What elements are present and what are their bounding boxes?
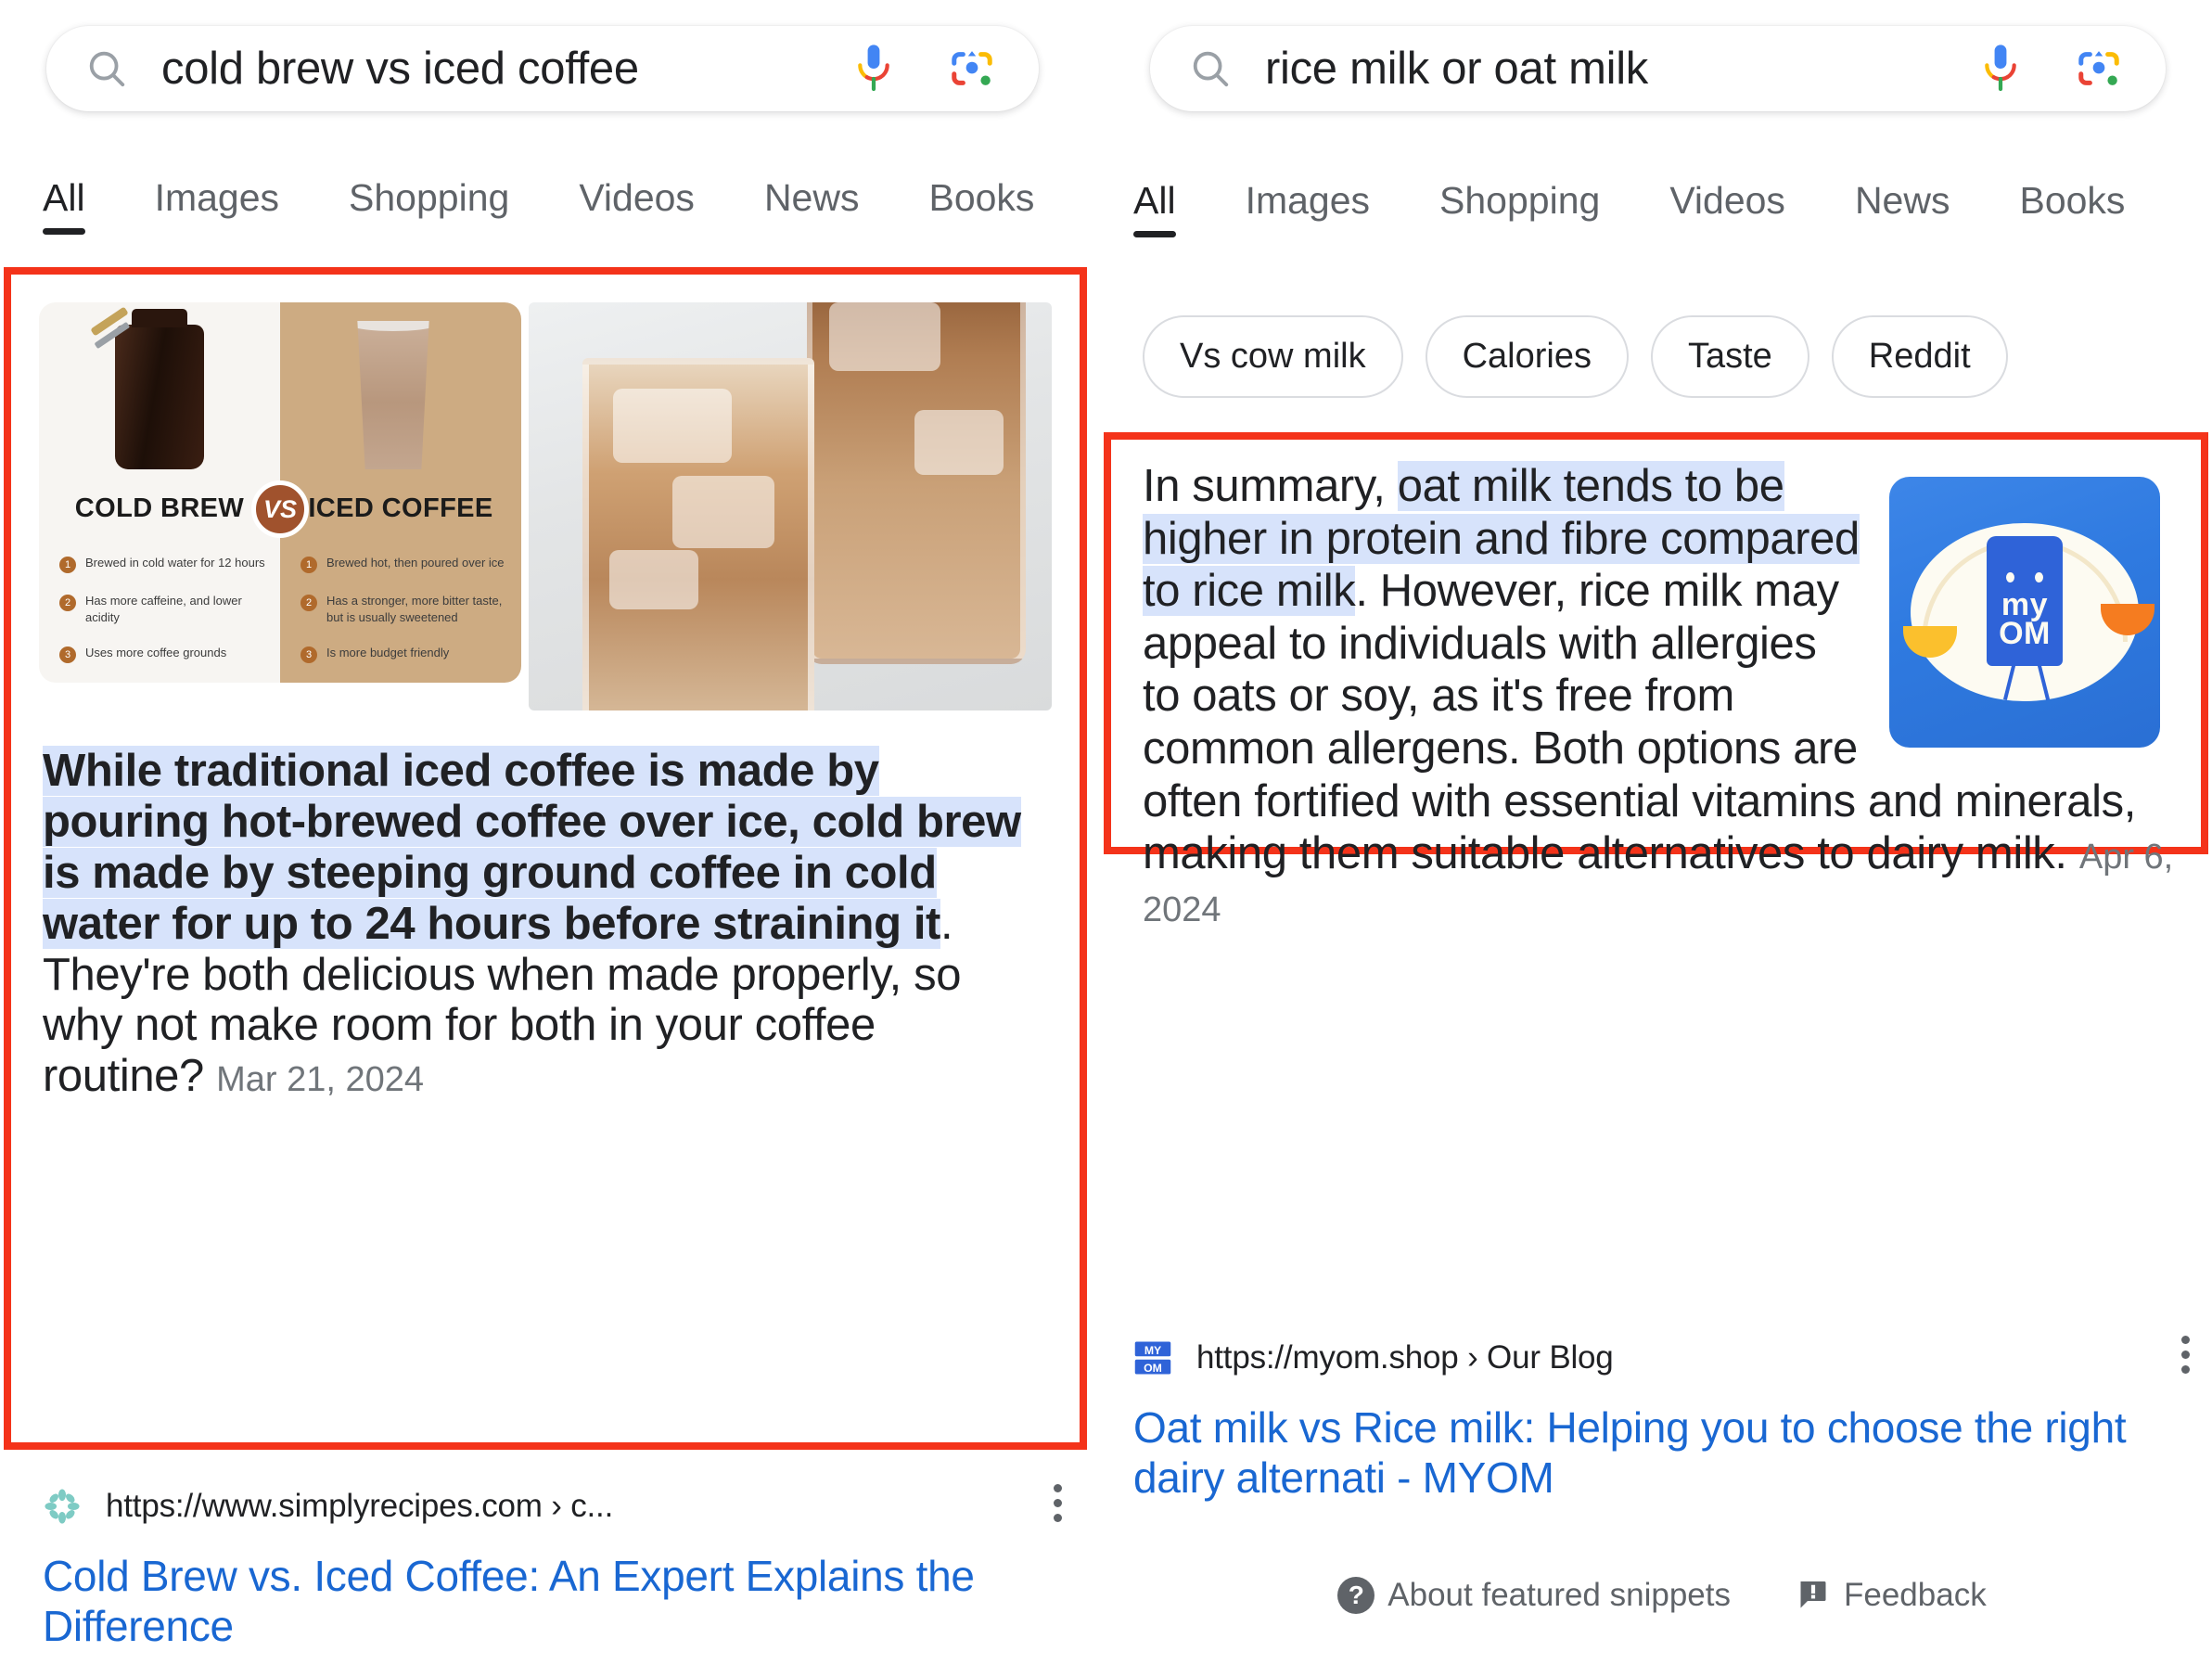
iced-coffee-glass-back xyxy=(807,302,1026,664)
bullet-number-icon: 1 xyxy=(59,557,76,573)
tab-videos[interactable]: Videos xyxy=(579,176,695,235)
tab-images[interactable]: Images xyxy=(155,176,279,235)
list-item: 1 Brewed in cold water for 12 hours xyxy=(59,555,267,573)
result-title-right[interactable]: Oat milk vs Rice milk: Helping you to ch… xyxy=(1133,1402,2200,1504)
about-featured-snippets-link[interactable]: ? About featured snippets xyxy=(1337,1577,1731,1614)
google-lens-icon[interactable] xyxy=(2075,45,2123,92)
about-featured-snippets-label: About featured snippets xyxy=(1387,1577,1731,1613)
vs-badge: VS xyxy=(251,480,309,538)
bullet-number-icon: 1 xyxy=(300,557,317,573)
microphone-icon[interactable] xyxy=(1980,43,2021,95)
myom-logo-thumbnail[interactable]: my OM xyxy=(1889,477,2160,748)
more-options-icon-left[interactable] xyxy=(1054,1484,1063,1529)
bullet-text: Brewed in cold water for 12 hours xyxy=(85,556,265,570)
tab-images[interactable]: Images xyxy=(1246,179,1370,237)
featured-snippet-media-left: COLD BREW ICED COFFEE VS 1 Brewed in col… xyxy=(39,302,1052,710)
list-item: 2 Has a stronger, more bitter taste, but… xyxy=(300,593,508,625)
tab-books[interactable]: Books xyxy=(928,176,1034,235)
bullet-number-icon: 3 xyxy=(59,646,76,664)
feedback-label: Feedback xyxy=(1844,1577,1987,1613)
tab-shopping[interactable]: Shopping xyxy=(349,176,509,235)
screenshot-root: cold brew vs iced coffee All Images Shop… xyxy=(0,0,2212,1677)
result-title-left[interactable]: Cold Brew vs. Iced Coffee: An Expert Exp… xyxy=(43,1551,1072,1652)
cold-brew-jar-image xyxy=(115,309,204,469)
result-url-left[interactable]: https://www.simplyrecipes.com › c... xyxy=(106,1488,613,1525)
svg-text:MY: MY xyxy=(1144,1344,1161,1357)
iced-coffee-glass-front xyxy=(582,358,814,710)
result-source-row-right[interactable]: MY OM https://myom.shop › Our Blog xyxy=(1133,1336,2191,1380)
left-search-result-panel: cold brew vs iced coffee All Images Shop… xyxy=(0,0,1096,1677)
result-source-row-left[interactable]: https://www.simplyrecipes.com › c... xyxy=(43,1484,1063,1529)
google-lens-icon[interactable] xyxy=(948,45,996,92)
related-filter-chips: Vs cow milk Calories Taste Reddit xyxy=(1143,315,2008,398)
infographic-title-iced-coffee: ICED COFFEE xyxy=(308,493,493,523)
bullet-text: Has more caffeine, and lower acidity xyxy=(85,594,242,624)
tab-all[interactable]: All xyxy=(1133,179,1176,237)
feedback-flag-icon xyxy=(1800,1581,1826,1608)
bullet-number-icon: 3 xyxy=(300,646,317,664)
infographic-bullets-iced-coffee: 1 Brewed hot, then poured over ice 2 Has… xyxy=(280,551,521,683)
bullet-number-icon: 2 xyxy=(300,595,317,611)
result-url-right[interactable]: https://myom.shop › Our Blog xyxy=(1196,1339,1614,1376)
search-icon xyxy=(89,51,125,87)
tab-all[interactable]: All xyxy=(43,176,85,235)
bullet-text: Is more budget friendly xyxy=(326,646,450,660)
infographic-bullets: 1 Brewed in cold water for 12 hours 2 Ha… xyxy=(39,551,521,683)
tab-news[interactable]: News xyxy=(1855,179,1950,237)
featured-snippet-right: my OM In summary, oat milk tends to be h… xyxy=(1104,432,2208,956)
list-item: 3 Is more budget friendly xyxy=(300,645,508,664)
list-item: 2 Has more caffeine, and lower acidity xyxy=(59,593,267,625)
bullet-text: Brewed hot, then poured over ice xyxy=(326,556,505,570)
tab-videos[interactable]: Videos xyxy=(1669,179,1785,237)
search-bar-right[interactable]: rice milk or oat milk xyxy=(1150,26,2166,111)
tab-books[interactable]: Books xyxy=(2019,179,2125,237)
svg-text:OM: OM xyxy=(1144,1362,1162,1375)
tab-news[interactable]: News xyxy=(764,176,860,235)
chip-taste[interactable]: Taste xyxy=(1650,315,1809,398)
chip-reddit[interactable]: Reddit xyxy=(1831,315,2008,398)
bullet-number-icon: 2 xyxy=(59,595,76,611)
search-input-left[interactable]: cold brew vs iced coffee xyxy=(161,43,853,95)
cold-brew-vs-iced-coffee-infographic[interactable]: COLD BREW ICED COFFEE VS 1 Brewed in col… xyxy=(39,302,521,683)
question-mark-icon: ? xyxy=(1337,1577,1375,1614)
snippet-date-left: Mar 21, 2024 xyxy=(216,1060,425,1100)
microphone-icon[interactable] xyxy=(853,43,894,95)
featured-snippet-text-left: While traditional iced coffee is made by… xyxy=(43,746,1048,1102)
search-icon xyxy=(1193,51,1229,87)
myom-favicon: MY OM xyxy=(1134,1341,1171,1375)
more-options-icon-right[interactable] xyxy=(2181,1336,2191,1380)
chip-vs-cow-milk[interactable]: Vs cow milk xyxy=(1143,315,1403,398)
search-input-right[interactable]: rice milk or oat milk xyxy=(1265,43,1980,95)
bullet-text: Has a stronger, more bitter taste, but i… xyxy=(326,594,503,624)
bullet-text: Uses more coffee grounds xyxy=(85,646,227,660)
list-item: 1 Brewed hot, then poured over ice xyxy=(300,555,508,573)
tab-shopping[interactable]: Shopping xyxy=(1439,179,1600,237)
featured-snippet-footer: ? About featured snippets Feedback xyxy=(1133,1577,2191,1614)
infographic-title-cold-brew: COLD BREW xyxy=(74,493,245,523)
simplyrecipes-flower-icon xyxy=(45,1489,80,1524)
snippet-lead-right: In summary, xyxy=(1143,461,1398,511)
search-tabs-right: All Images Shopping Videos News Books xyxy=(1133,179,2194,237)
search-tabs-left: All Images Shopping Videos News Books xyxy=(43,176,1096,235)
myom-brand-text: my OM xyxy=(1999,586,2051,651)
list-item: 3 Uses more coffee grounds xyxy=(59,645,267,664)
snippet-highlight-left: While traditional iced coffee is made by… xyxy=(43,746,1021,949)
iced-coffee-photo[interactable] xyxy=(529,302,1052,710)
infographic-bullets-cold-brew: 1 Brewed in cold water for 12 hours 2 Ha… xyxy=(39,551,280,683)
feedback-link[interactable]: Feedback xyxy=(1796,1577,1987,1614)
search-bar-left[interactable]: cold brew vs iced coffee xyxy=(46,26,1039,111)
chip-calories[interactable]: Calories xyxy=(1425,315,1629,398)
featured-snippet-left: COLD BREW ICED COFFEE VS 1 Brewed in col… xyxy=(4,267,1087,1450)
